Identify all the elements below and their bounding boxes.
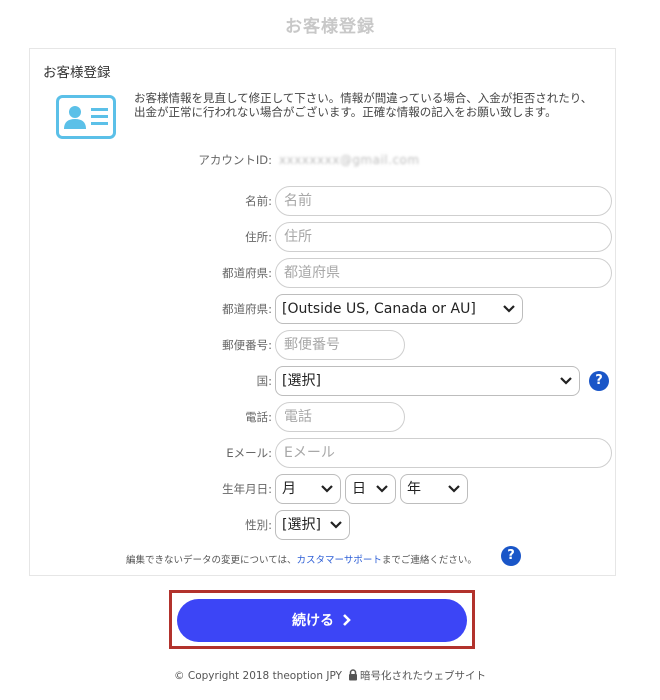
footnote-suffix: までご連絡ください。 <box>381 555 477 566</box>
postal-row: 郵便番号: <box>30 330 617 360</box>
birth-day-select[interactable]: 日 <box>345 474 396 504</box>
card-title: お客様登録 <box>43 65 111 81</box>
gender-label: 性別: <box>245 518 272 532</box>
account-id-row: アカウントID: xxxxxxxx@gmail.com <box>30 145 617 175</box>
country-select-value: [選択] <box>282 373 321 389</box>
footnote-help-icon[interactable]: ? <box>501 546 521 566</box>
address-label: 住所: <box>245 230 272 244</box>
email-label: Eメール: <box>226 446 272 460</box>
lock-icon <box>348 669 358 684</box>
gender-select-value: [選択] <box>282 517 321 533</box>
page-title: お客様登録 <box>285 17 375 37</box>
country-row: 国: [選択] ? <box>30 366 617 396</box>
secure-site-text: 暗号化されたウェブサイト <box>359 670 486 682</box>
phone-row: 電話: <box>30 402 617 432</box>
chevron-down-icon <box>503 305 515 313</box>
account-id-label: アカウントID: <box>198 153 272 167</box>
country-help-icon[interactable]: ? <box>589 371 609 391</box>
name-label: 名前: <box>245 194 272 208</box>
phone-input[interactable] <box>275 402 405 432</box>
name-input[interactable] <box>275 186 612 216</box>
birthdate-label: 生年月日: <box>222 482 272 496</box>
chevron-right-icon <box>342 600 352 643</box>
continue-button[interactable]: 続ける <box>177 599 467 642</box>
registration-card: お客様登録 お客様情報を見直して修正して下さい。情報が間違っている場合、入金が拒… <box>29 48 616 576</box>
customer-support-link[interactable]: カスタマーサポート <box>297 555 382 566</box>
country-select[interactable]: [選択] <box>275 366 580 396</box>
birthdate-row: 生年月日: 月 日 年 <box>30 474 617 504</box>
email-row: Eメール: <box>30 438 617 468</box>
id-card-icon <box>56 95 116 139</box>
chevron-down-icon <box>321 485 333 493</box>
birth-day-value: 日 <box>352 481 366 497</box>
chevron-down-icon <box>376 485 388 493</box>
continue-label: 続ける <box>292 613 334 629</box>
country-label: 国: <box>256 374 272 388</box>
account-id-value: xxxxxxxx@gmail.com <box>279 153 420 167</box>
name-row: 名前: <box>30 186 617 216</box>
prefecture-text-label: 都道府県: <box>222 266 272 280</box>
copyright-text: © Copyright 2018 theoption JPY <box>174 670 342 682</box>
gender-select[interactable]: [選択] <box>275 510 350 540</box>
birth-month-select[interactable]: 月 <box>275 474 341 504</box>
notice-text: お客様情報を見直して修正して下さい。情報が間違っている場合、入金が拒否されたり、… <box>134 91 593 119</box>
birth-year-value: 年 <box>407 481 421 497</box>
address-row: 住所: <box>30 222 617 252</box>
footnote-prefix: 編集できないデータの変更については、 <box>126 555 297 566</box>
support-footnote: 編集できないデータの変更については、カスタマーサポートまでご連絡ください。 <box>126 552 477 566</box>
chevron-down-icon <box>330 521 342 529</box>
prefecture-text-row: 都道府県: <box>30 258 617 288</box>
continue-highlight: 続ける <box>169 590 475 649</box>
birth-year-select[interactable]: 年 <box>400 474 468 504</box>
prefecture-input[interactable] <box>275 258 612 288</box>
prefecture-select-label: 都道府県: <box>222 302 272 316</box>
address-input[interactable] <box>275 222 612 252</box>
prefecture-select-row: 都道府県: [Outside US, Canada or AU] <box>30 294 617 324</box>
email-input[interactable] <box>275 438 612 468</box>
footer: © Copyright 2018 theoption JPY 暗号化されたウェブサ… <box>0 668 660 684</box>
postal-label: 郵便番号: <box>222 338 272 352</box>
birth-month-value: 月 <box>282 481 296 497</box>
chevron-down-icon <box>560 377 572 385</box>
prefecture-select-value: [Outside US, Canada or AU] <box>282 301 476 317</box>
gender-row: 性別: [選択] <box>30 510 617 540</box>
postal-input[interactable] <box>275 330 405 360</box>
prefecture-select[interactable]: [Outside US, Canada or AU] <box>275 294 523 324</box>
phone-label: 電話: <box>245 410 272 424</box>
chevron-down-icon <box>448 485 460 493</box>
